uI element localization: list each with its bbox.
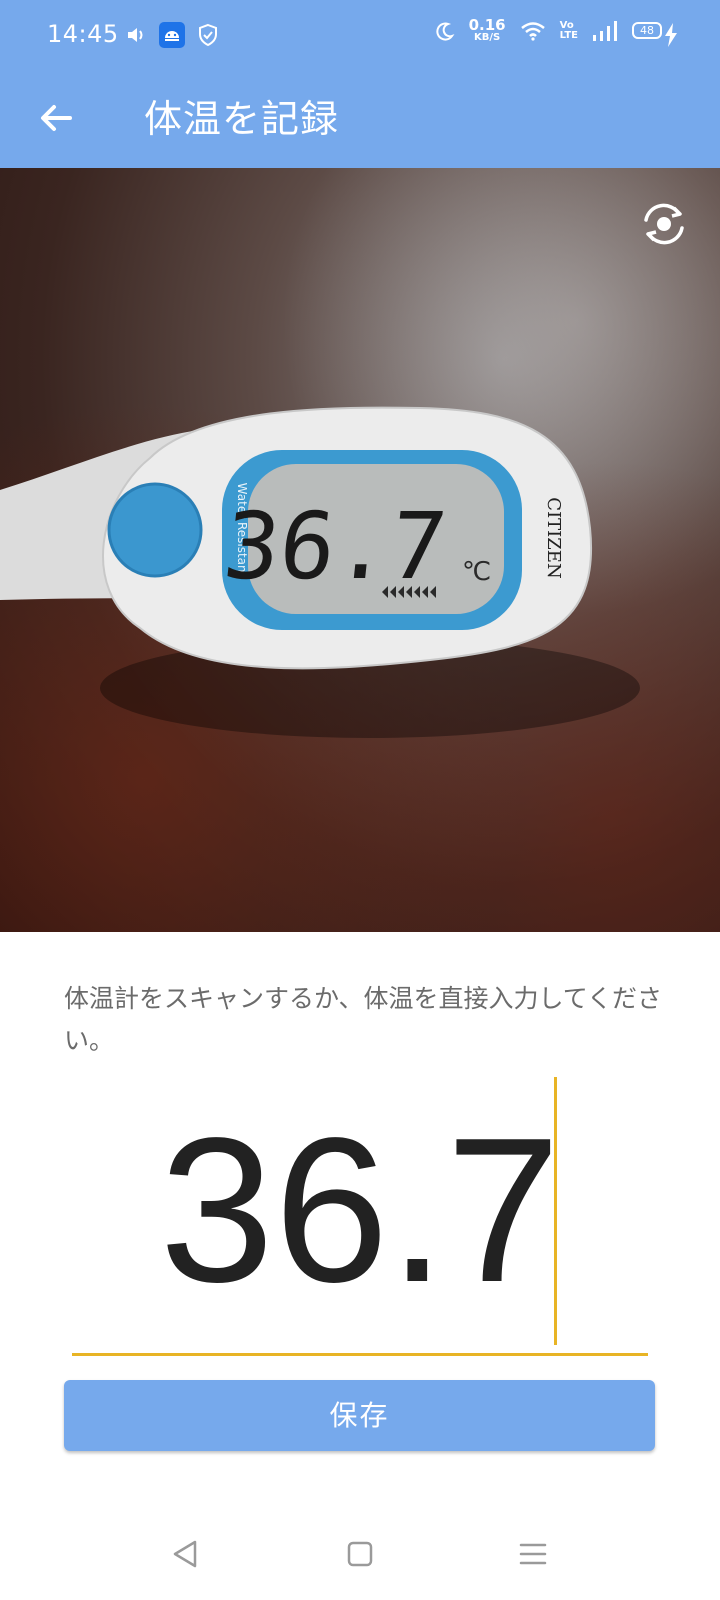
volte-top: Vo <box>559 19 574 31</box>
charging-icon <box>665 23 677 47</box>
thermometer-display-reading: 36.7 <box>219 492 452 600</box>
signal-icon <box>593 20 617 41</box>
net-speed-unit: KB/S <box>474 32 501 43</box>
android-notification-icon <box>159 22 185 48</box>
shield-icon <box>199 23 217 47</box>
status-right-icons: 0.16 KB/S Vo LTE 48 <box>435 18 662 43</box>
volte-bottom: LTE <box>559 29 578 41</box>
page-title: 体温を記録 <box>144 97 340 141</box>
text-caret <box>554 1077 557 1345</box>
net-speed: 0.16 KB/S <box>469 18 506 43</box>
volte-indicator: Vo LTE <box>559 19 578 41</box>
nav-back-icon[interactable] <box>165 1534 205 1574</box>
volume-icon <box>128 28 143 42</box>
arrow-left-icon[interactable] <box>34 96 78 140</box>
temperature-value: 36.7 <box>159 1095 561 1325</box>
save-button[interactable]: 保存 <box>64 1380 655 1451</box>
thermometer-display-unit: ℃ <box>462 557 491 587</box>
status-left-icons <box>125 22 219 48</box>
net-speed-value: 0.16 <box>468 16 506 34</box>
battery-level: 48 <box>640 24 654 37</box>
status-time: 14:45 <box>47 20 119 48</box>
nav-recents-icon[interactable] <box>513 1534 553 1574</box>
camera-preview[interactable]: Water Resistant 36.7 ℃ CITIZEN <box>0 168 720 932</box>
battery-indicator: 48 <box>632 22 662 39</box>
system-nav-bar <box>0 1512 720 1600</box>
thermometer-image: Water Resistant 36.7 ℃ CITIZEN <box>0 406 640 738</box>
thermometer-brand: CITIZEN <box>543 497 564 578</box>
status-bar: 14:45 0.16 KB/S Vo LTE 48 <box>0 0 720 72</box>
camera-switch-icon[interactable] <box>638 198 690 250</box>
nav-home-icon[interactable] <box>340 1534 380 1574</box>
temperature-input[interactable]: 36.7 <box>72 1075 648 1356</box>
app-bar: 体温を記録 <box>0 72 720 168</box>
moon-icon <box>435 22 455 40</box>
instructions-text: 体温計をスキャンするか、体温を直接入力してください。 <box>64 984 663 1055</box>
wifi-icon <box>520 21 545 41</box>
